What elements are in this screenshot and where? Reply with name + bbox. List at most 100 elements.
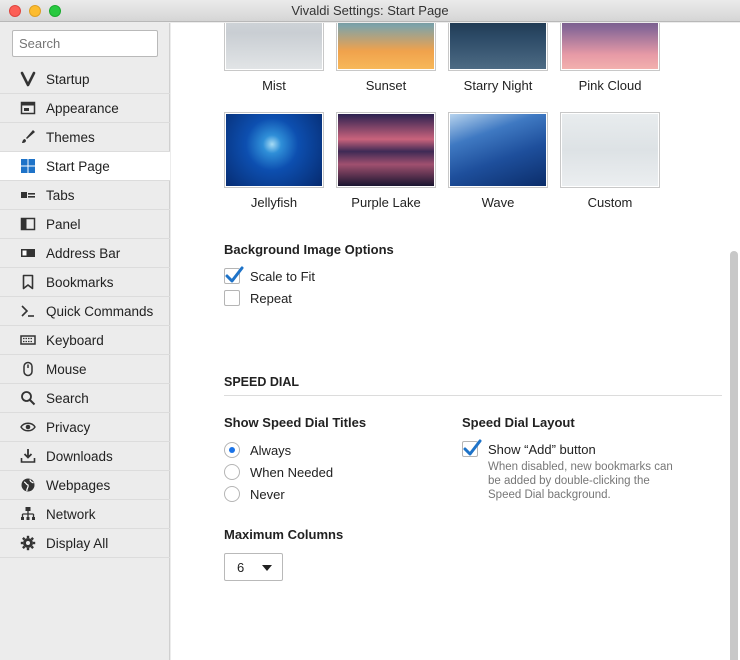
thumb-caption: Jellyfish xyxy=(250,195,298,210)
show-add-button-label: Show “Add” button xyxy=(488,441,596,457)
checkmark-icon xyxy=(225,266,244,283)
titles-never-label: Never xyxy=(250,486,285,502)
sidebar-item-network[interactable]: Network xyxy=(0,500,170,529)
section-divider xyxy=(224,395,722,396)
address-bar-icon xyxy=(19,244,37,262)
sidebar-item-label: Mouse xyxy=(46,361,87,377)
sidebar-item-search[interactable]: Search xyxy=(0,384,170,413)
sidebar-item-tabs[interactable]: Tabs xyxy=(0,181,170,210)
zoom-window-button[interactable] xyxy=(49,5,61,17)
content-scrollbar[interactable] xyxy=(730,251,738,660)
sidebar-item-label: Tabs xyxy=(46,187,75,203)
sidebar-item-appearance[interactable]: Appearance xyxy=(0,94,170,123)
repeat-option[interactable]: Repeat xyxy=(224,290,292,306)
sidebar-item-themes[interactable]: Themes xyxy=(0,123,170,152)
gear-icon xyxy=(19,534,37,552)
grid-icon xyxy=(19,157,37,175)
vivaldi-logo-icon xyxy=(19,70,37,88)
sidebar-item-label: Display All xyxy=(46,535,109,551)
sidebar-item-keyboard[interactable]: Keyboard xyxy=(0,326,170,355)
sidebar-item-label: Startup xyxy=(46,71,90,87)
sidebar-item-label: Downloads xyxy=(46,448,113,464)
sidebar-item-startup[interactable]: Startup xyxy=(0,65,170,94)
repeat-checkbox[interactable] xyxy=(224,290,240,306)
terminal-icon xyxy=(19,302,37,320)
background-thumb-custom[interactable]: Custom xyxy=(560,112,660,210)
close-window-button[interactable] xyxy=(9,5,21,17)
sidebar-item-label: Start Page xyxy=(46,158,110,174)
minimize-window-button[interactable] xyxy=(29,5,41,17)
repeat-label: Repeat xyxy=(250,290,292,306)
background-thumb-sunset[interactable]: Sunset xyxy=(336,23,436,93)
sidebar-item-webpages[interactable]: Webpages xyxy=(0,471,170,500)
titles-always-option[interactable]: Always xyxy=(224,442,291,458)
sidebar-item-label: Bookmarks xyxy=(46,274,114,290)
sidebar-item-label: Address Bar xyxy=(46,245,121,261)
maximum-columns-heading: Maximum Columns xyxy=(224,527,344,542)
sidebar-item-label: Appearance xyxy=(46,100,119,116)
title-bar: Vivaldi Settings: Start Page xyxy=(0,0,740,22)
brush-icon xyxy=(19,128,37,146)
titles-never-radio[interactable] xyxy=(224,486,240,502)
show-add-button-help: When disabled, new bookmarks can be adde… xyxy=(488,461,673,501)
sidebar-item-downloads[interactable]: Downloads xyxy=(0,442,170,471)
bookmark-icon xyxy=(19,273,37,291)
thumb-image xyxy=(336,112,436,188)
sidebar-item-quick-commands[interactable]: Quick Commands xyxy=(0,297,170,326)
maximum-columns-select[interactable]: 6 xyxy=(224,553,283,581)
download-icon xyxy=(19,447,37,465)
background-thumb-mist[interactable]: Mist xyxy=(224,23,324,93)
background-thumb-pink-cloud[interactable]: Pink Cloud xyxy=(560,23,660,93)
sidebar-item-label: Themes xyxy=(46,129,95,145)
window-title: Vivaldi Settings: Start Page xyxy=(291,3,449,18)
maximum-columns-value: 6 xyxy=(237,559,245,575)
sidebar-item-label: Quick Commands xyxy=(46,303,154,319)
sidebar-item-bookmarks[interactable]: Bookmarks xyxy=(0,268,170,297)
sidebar-item-start-page[interactable]: Start Page xyxy=(0,152,170,181)
window-icon xyxy=(19,99,37,117)
mouse-icon xyxy=(19,360,37,378)
show-add-button-checkbox[interactable] xyxy=(462,439,482,457)
titles-when-needed-label: When Needed xyxy=(250,464,334,480)
search-input[interactable] xyxy=(12,30,158,57)
titles-when-needed-option[interactable]: When Needed xyxy=(224,464,333,480)
sidebar-item-privacy[interactable]: Privacy xyxy=(0,413,170,442)
speed-dial-section-title: SPEED DIAL xyxy=(224,375,300,389)
globe-icon xyxy=(19,476,37,494)
settings-nav: Startup Appearance Themes Start Page Tab… xyxy=(0,65,170,558)
background-thumb-purple-lake[interactable]: Purple Lake xyxy=(336,112,436,210)
show-add-button-option[interactable]: Show “Add” button xyxy=(462,439,596,457)
background-thumb-jellyfish[interactable]: Jellyfish xyxy=(224,112,324,210)
sidebar-item-label: Privacy xyxy=(46,419,91,435)
thumb-image xyxy=(448,23,548,71)
sidebar-item-mouse[interactable]: Mouse xyxy=(0,355,170,384)
thumb-image xyxy=(224,112,324,188)
panel-icon xyxy=(19,215,37,233)
background-thumb-wave[interactable]: Wave xyxy=(448,112,548,210)
tabs-icon xyxy=(19,186,37,204)
thumb-image xyxy=(336,23,436,71)
eye-icon xyxy=(19,418,37,436)
scale-to-fit-checkbox[interactable] xyxy=(224,266,244,284)
speed-dial-titles-heading: Show Speed Dial Titles xyxy=(224,415,367,430)
titles-always-label: Always xyxy=(250,442,292,458)
speed-dial-layout-heading: Speed Dial Layout xyxy=(462,415,575,430)
background-options-heading: Background Image Options xyxy=(224,242,394,257)
titles-when-needed-radio[interactable] xyxy=(224,464,240,480)
sidebar-item-display-all[interactable]: Display All xyxy=(0,529,170,558)
keyboard-icon xyxy=(19,331,37,349)
checkmark-icon xyxy=(463,439,482,456)
titles-never-option[interactable]: Never xyxy=(224,486,285,502)
thumb-caption: Mist xyxy=(262,78,286,93)
scale-to-fit-option[interactable]: Scale to Fit xyxy=(224,266,316,284)
background-thumb-starry-night[interactable]: Starry Night xyxy=(448,23,548,93)
scale-to-fit-label: Scale to Fit xyxy=(250,268,316,284)
titles-always-radio[interactable] xyxy=(224,442,240,458)
thumb-image xyxy=(560,23,660,71)
sidebar-item-address-bar[interactable]: Address Bar xyxy=(0,239,170,268)
sidebar-item-panel[interactable]: Panel xyxy=(0,210,170,239)
thumb-image xyxy=(224,23,324,71)
thumb-caption: Custom xyxy=(587,195,633,210)
thumb-caption: Wave xyxy=(481,195,515,210)
sidebar-item-label: Keyboard xyxy=(46,332,104,348)
